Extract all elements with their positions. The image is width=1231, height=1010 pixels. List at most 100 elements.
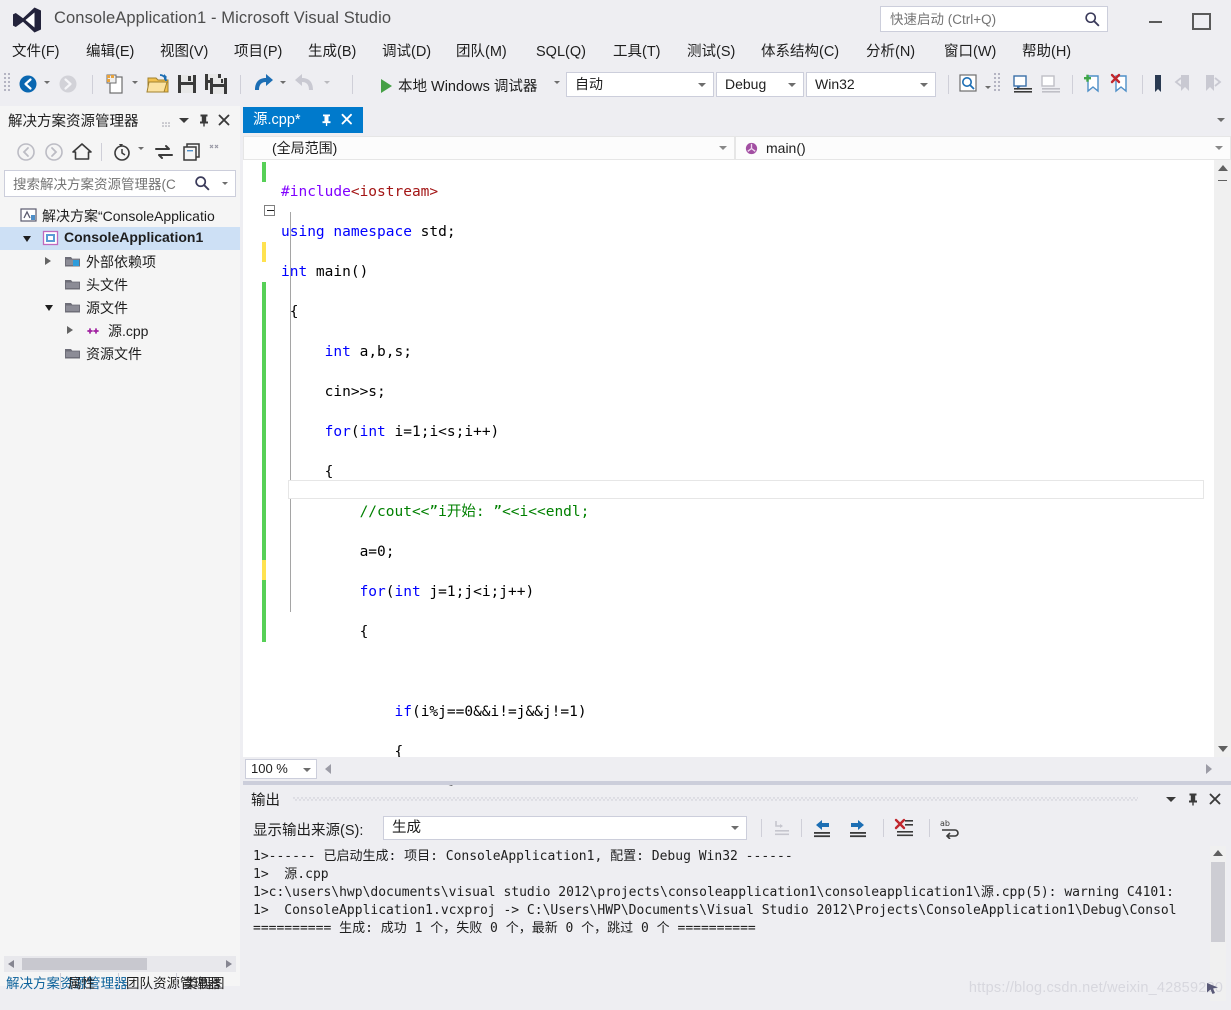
go-to-next-message-icon[interactable] (847, 817, 869, 839)
bottom-tab-solution-explorer[interactable]: 解决方案资源管理器 (6, 972, 128, 992)
save-icon[interactable] (176, 73, 198, 95)
editor-vscrollbar[interactable] (1214, 160, 1231, 757)
scrollbar-thumb[interactable] (22, 958, 147, 970)
minimize-button[interactable] (1146, 10, 1166, 30)
chevron-down-icon[interactable] (222, 182, 228, 185)
find-dropdown-icon[interactable] (985, 86, 991, 89)
close-icon[interactable] (340, 112, 354, 127)
nav-scope-combo[interactable]: (全局范围) (243, 136, 735, 160)
solution-explorer-search[interactable] (4, 170, 236, 197)
maximize-button[interactable] (1190, 10, 1211, 30)
search-input[interactable] (11, 174, 189, 194)
scroll-left-arrow-icon[interactable] (8, 960, 14, 968)
chevron-down-icon[interactable] (138, 147, 144, 150)
search-icon[interactable] (194, 175, 211, 192)
bookmark-icon[interactable] (1150, 73, 1166, 95)
scroll-down-arrow-icon[interactable] (1218, 746, 1228, 752)
scrollbar-thumb[interactable] (1211, 862, 1225, 942)
code-editor[interactable]: #include<iostream> using namespace std; … (243, 160, 1231, 1000)
tree-item-header-files[interactable]: 头文件 (0, 273, 240, 296)
tab-overflow-chevron-icon[interactable] (1217, 118, 1225, 122)
chevron-down-icon[interactable] (1163, 791, 1179, 807)
undo-icon[interactable] (250, 73, 274, 95)
remove-bookmark-icon[interactable] (1110, 73, 1132, 95)
add-bookmark-icon[interactable] (1082, 73, 1104, 95)
output-vscrollbar[interactable] (1210, 846, 1226, 1001)
toolbar-grip[interactable] (4, 73, 11, 95)
new-item-dropdown-icon[interactable] (132, 81, 138, 84)
tree-item-resource-files[interactable]: 资源文件 (0, 342, 240, 365)
tree-item-project[interactable]: ConsoleApplication1 (0, 227, 240, 250)
new-item-icon[interactable] (104, 73, 126, 95)
menu-analyze[interactable]: 分析(N) (866, 40, 915, 65)
open-file-icon[interactable] (146, 73, 170, 95)
zoom-level-combo[interactable]: 100 % (245, 759, 317, 779)
find-in-files-icon[interactable] (958, 73, 980, 95)
menu-file[interactable]: 文件(F) (12, 40, 60, 65)
expander-closed-icon[interactable] (45, 257, 51, 265)
expander-open-icon[interactable] (45, 305, 53, 311)
nav-member-combo[interactable]: main() (735, 136, 1231, 160)
menu-edit[interactable]: 编辑(E) (86, 40, 134, 65)
navigate-back-icon[interactable] (18, 73, 38, 95)
solution-config-combo[interactable]: 自动 (566, 72, 714, 97)
quick-launch-input[interactable] (890, 11, 1085, 27)
scroll-up-arrow-icon[interactable] (1213, 850, 1223, 856)
save-all-icon[interactable] (204, 73, 228, 95)
start-debug-play-icon[interactable] (381, 79, 392, 93)
home-icon[interactable] (70, 140, 94, 164)
tree-item-source-files[interactable]: 源文件 (0, 296, 240, 319)
sync-icon[interactable] (152, 140, 176, 164)
previous-bookmark-icon (1174, 75, 1189, 91)
show-all-files-icon[interactable] (180, 140, 204, 164)
pin-icon[interactable] (320, 113, 333, 127)
pin-icon[interactable] (1185, 791, 1201, 807)
outline-collapse-icon[interactable] (264, 205, 275, 216)
tree-item-source-cpp[interactable]: 源.cpp (0, 319, 240, 342)
menu-sql[interactable]: SQL(Q) (536, 40, 586, 65)
menu-test[interactable]: 测试(S) (687, 40, 735, 65)
undo-dropdown-icon[interactable] (280, 81, 286, 84)
menu-debug[interactable]: 调试(D) (382, 40, 431, 65)
menu-help[interactable]: 帮助(H) (1022, 40, 1071, 65)
menu-architecture[interactable]: 体系结构(C) (761, 40, 839, 65)
pending-changes-icon[interactable] (110, 140, 134, 164)
menu-team[interactable]: 团队(M) (456, 40, 507, 65)
chevron-down-icon[interactable] (176, 112, 192, 128)
platform-combo[interactable]: Win32 (806, 72, 936, 97)
close-icon[interactable] (216, 112, 232, 128)
expander-open-icon[interactable] (23, 236, 31, 242)
menu-view[interactable]: 视图(V) (160, 40, 208, 65)
output-body[interactable]: 1>------ 已启动生成: 项目: ConsoleApplication1,… (248, 846, 1226, 1001)
toggle-word-wrap-icon[interactable]: ab (939, 817, 961, 839)
menu-build[interactable]: 生成(B) (308, 40, 356, 65)
tree-item-solution[interactable]: 解决方案“ConsoleApplicatio (0, 204, 240, 227)
comment-selection-icon[interactable] (1012, 73, 1034, 95)
close-icon[interactable] (1207, 791, 1223, 807)
navigate-back-dropdown-icon[interactable] (44, 81, 50, 84)
scroll-right-arrow-icon[interactable] (226, 960, 232, 968)
scroll-left-arrow-icon[interactable] (325, 764, 331, 774)
start-debug-dropdown-icon[interactable] (554, 81, 560, 84)
overflow-chevron-icon[interactable] (208, 138, 220, 149)
build-config-combo[interactable]: Debug (716, 72, 804, 97)
bottom-tab-class-view[interactable]: 类视图 (184, 972, 225, 992)
main-toolbar: 本地 Windows 调试器 自动 Debug Win32 (0, 66, 1231, 102)
clear-all-icon[interactable] (893, 817, 915, 839)
quick-launch-box[interactable] (880, 6, 1108, 32)
scroll-right-arrow-icon[interactable] (1206, 764, 1212, 774)
menu-window[interactable]: 窗口(W) (944, 40, 996, 65)
menu-tools[interactable]: 工具(T) (613, 40, 661, 65)
cursor-arrow-icon (1207, 983, 1218, 994)
menu-project[interactable]: 项目(P) (234, 40, 282, 65)
pin-icon[interactable] (196, 112, 212, 128)
bottom-tab-properties[interactable]: 属性 (68, 972, 95, 992)
editor-tab-source-cpp[interactable]: 源.cpp* (243, 107, 363, 133)
start-debug-button[interactable]: 本地 Windows 调试器 (398, 75, 537, 96)
go-to-previous-message-icon[interactable] (811, 817, 833, 839)
scroll-up-arrow-icon[interactable] (1218, 165, 1228, 171)
output-source-combo[interactable]: 生成 (383, 816, 747, 840)
toolbar-grip[interactable] (994, 73, 1001, 95)
expander-closed-icon[interactable] (67, 326, 73, 334)
tree-item-external-dependencies[interactable]: 外部依赖项 (0, 250, 240, 273)
